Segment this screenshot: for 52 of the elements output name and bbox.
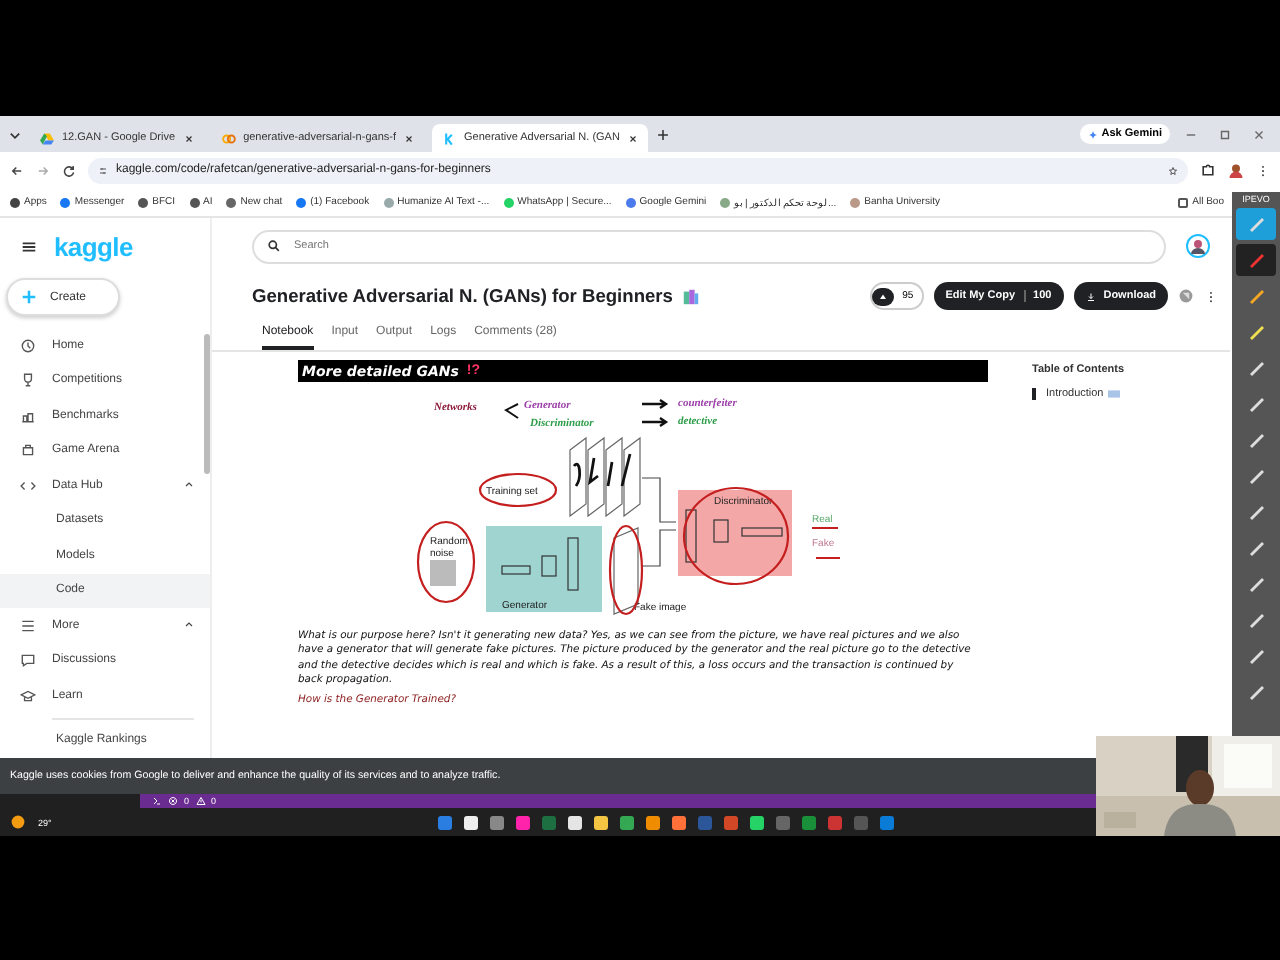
clock-icon — [20, 337, 36, 354]
download-icon — [1085, 291, 1096, 301]
pen-tool-icon[interactable] — [1236, 244, 1276, 276]
remote-icon[interactable] — [152, 796, 162, 806]
training-images-drawing — [569, 436, 641, 518]
search-icon — [268, 240, 280, 252]
menu-icon[interactable] — [20, 237, 38, 255]
notebook-title: Generative Adversarial N. (GANs) for Beginners — [252, 286, 673, 306]
book-icon — [1107, 390, 1120, 398]
tab-list-icon[interactable] — [8, 127, 22, 141]
reload-icon[interactable] — [62, 163, 76, 177]
books-icon — [682, 287, 701, 305]
menu-icon[interactable] — [1256, 163, 1270, 177]
arrow-drawing — [640, 398, 669, 410]
site-settings-icon[interactable] — [98, 165, 108, 175]
star-icon[interactable] — [1168, 165, 1178, 175]
close-tab-icon[interactable] — [627, 133, 638, 143]
avatar-icon[interactable] — [1186, 234, 1210, 258]
network-layers-drawing — [501, 537, 579, 591]
chevron-icon[interactable] — [184, 620, 194, 631]
back-icon[interactable] — [10, 163, 24, 177]
connector-lines-drawing — [641, 477, 677, 567]
scrollbar[interactable] — [204, 334, 210, 474]
close-tab-icon[interactable] — [404, 133, 414, 143]
code-icon — [20, 477, 36, 494]
close-tab-icon[interactable] — [183, 133, 194, 143]
error-icon — [168, 796, 178, 806]
network-layers-drawing — [685, 509, 783, 563]
chat-icon — [20, 652, 36, 669]
plus-icon — [20, 288, 38, 306]
noise-square — [430, 560, 456, 586]
rings-icon — [221, 131, 236, 145]
bar-chart-icon — [20, 407, 36, 424]
bracket-drawing — [504, 403, 519, 419]
new-tab-icon[interactable] — [655, 127, 670, 141]
close-icon[interactable] — [1252, 127, 1266, 141]
kaggle-icon — [442, 131, 456, 145]
upvote-arrow-icon[interactable] — [878, 291, 889, 301]
arrow-drawing — [640, 416, 669, 428]
drive-icon — [40, 131, 54, 145]
graduation-cap-icon — [20, 687, 36, 704]
trophy-icon — [20, 372, 36, 389]
profile-icon[interactable] — [1228, 162, 1244, 178]
warning-icon — [195, 796, 206, 806]
chevron-icon[interactable] — [184, 480, 194, 491]
sparkle-icon — [1087, 129, 1098, 139]
briefcase-icon — [20, 442, 36, 459]
generator-box — [486, 526, 602, 612]
more-icon[interactable] — [1204, 289, 1218, 303]
sun-icon[interactable] — [10, 814, 26, 830]
maximize-icon[interactable] — [1218, 127, 1232, 141]
list-icon — [20, 617, 36, 634]
